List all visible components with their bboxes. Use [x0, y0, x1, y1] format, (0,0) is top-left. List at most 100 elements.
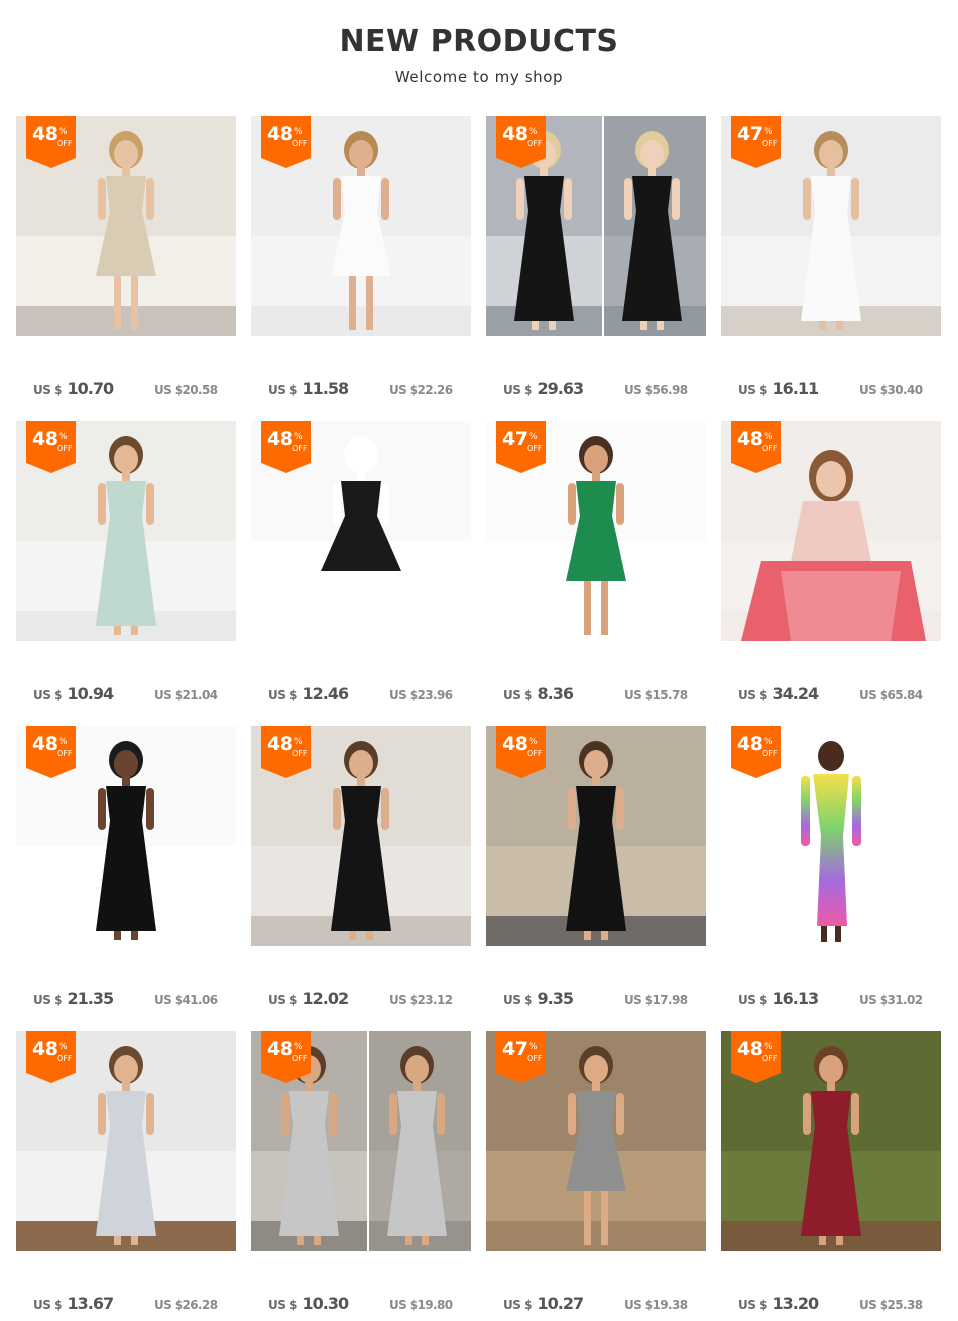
sale-price: US $ 16.13 [738, 989, 819, 1008]
product-card[interactable]: 48% OFF US $ 13.20 US $25.38 [721, 1031, 941, 1316]
original-price: US $56.98 [624, 383, 688, 397]
sale-price: US $ 10.27 [503, 1294, 585, 1313]
discount-badge: 48% OFF [261, 116, 311, 168]
percent-symbol: % [59, 1042, 68, 1052]
off-label: OFF [57, 444, 73, 453]
currency-prefix: US $ [738, 993, 767, 1007]
off-label: OFF [292, 444, 308, 453]
percent-symbol: % [529, 432, 538, 442]
sale-amount: 8.36 [537, 684, 574, 703]
currency-prefix: US $ [33, 383, 62, 397]
percent-symbol: % [764, 737, 773, 747]
product-card[interactable]: 48% OFF US $ 16.13 US $31.02 [721, 726, 941, 1011]
price-row: US $ 13.67 US $26.28 [16, 1289, 236, 1313]
off-label: OFF [57, 749, 73, 758]
product-card[interactable]: 48% OFF US $ 10.70 US $20.58 [16, 116, 236, 401]
section-header: NEW PRODUCTS Welcome to my shop [0, 0, 958, 100]
percent-symbol: % [294, 127, 303, 137]
currency-prefix: US $ [33, 993, 62, 1007]
discount-value: 47 [502, 428, 528, 450]
currency-prefix: US $ [738, 1298, 767, 1312]
currency-prefix: US $ [738, 688, 767, 702]
product-card[interactable]: 48% OFF US $ 29.63 US $56.98 [486, 116, 706, 401]
discount-value: 48 [737, 733, 763, 755]
product-card[interactable]: 48% OFF US $ 10.94 US $21.04 [16, 421, 236, 706]
sale-price: US $ 10.94 [33, 684, 114, 703]
original-price: US $41.06 [154, 993, 218, 1007]
product-card[interactable]: 48% OFF US $ 9.35 US $17.98 [486, 726, 706, 1011]
original-price: US $22.26 [389, 383, 453, 397]
sale-price: US $ 8.36 [503, 684, 574, 703]
discount-badge: 48% OFF [261, 1031, 311, 1083]
percent-symbol: % [764, 432, 773, 442]
currency-prefix: US $ [738, 383, 767, 397]
off-label: OFF [762, 1054, 778, 1063]
off-label: OFF [527, 444, 543, 453]
sale-amount: 10.27 [537, 1294, 585, 1313]
price-row: US $ 12.46 US $23.96 [251, 679, 471, 703]
original-price: US $65.84 [859, 688, 923, 702]
percent-symbol: % [59, 127, 68, 137]
currency-prefix: US $ [503, 383, 532, 397]
discount-value: 48 [32, 733, 58, 755]
original-price: US $21.04 [154, 688, 218, 702]
product-card[interactable]: 47% OFF US $ 10.27 US $19.38 [486, 1031, 706, 1316]
sale-price: US $ 12.46 [268, 684, 349, 703]
product-card[interactable]: 47% OFF US $ 16.11 US $30.40 [721, 116, 941, 401]
discount-value: 48 [267, 428, 293, 450]
page-title: NEW PRODUCTS [339, 24, 619, 59]
off-label: OFF [762, 139, 778, 148]
product-card[interactable]: 48% OFF US $ 10.30 US $19.80 [251, 1031, 471, 1316]
original-price: US $23.96 [389, 688, 453, 702]
percent-symbol: % [59, 737, 68, 747]
discount-value: 48 [737, 1038, 763, 1060]
price-row: US $ 13.20 US $25.38 [721, 1289, 941, 1313]
off-label: OFF [762, 749, 778, 758]
product-card[interactable]: 48% OFF US $ 13.67 US $26.28 [16, 1031, 236, 1316]
off-label: OFF [57, 139, 73, 148]
discount-badge: 48% OFF [496, 726, 546, 778]
price-row: US $ 29.63 US $56.98 [486, 374, 706, 398]
product-card[interactable]: 48% OFF US $ 12.46 US $23.96 [251, 421, 471, 706]
sale-price: US $ 13.20 [738, 1294, 820, 1313]
currency-prefix: US $ [503, 1298, 532, 1312]
price-row: US $ 10.27 US $19.38 [486, 1289, 706, 1313]
discount-badge: 48% OFF [731, 421, 781, 473]
product-card[interactable]: 48% OFF US $ 34.24 US $65.84 [721, 421, 941, 706]
discount-value: 48 [737, 428, 763, 450]
off-label: OFF [292, 749, 308, 758]
original-price: US $19.80 [389, 1298, 453, 1312]
product-card[interactable]: 48% OFF US $ 12.02 US $23.12 [251, 726, 471, 1011]
sale-amount: 13.20 [772, 1294, 820, 1313]
currency-prefix: US $ [268, 688, 297, 702]
original-price: US $30.40 [859, 383, 923, 397]
sale-price: US $ 16.11 [738, 379, 819, 398]
discount-value: 48 [502, 733, 528, 755]
discount-value: 48 [502, 123, 528, 145]
sale-price: US $ 12.02 [268, 989, 349, 1008]
discount-badge: 47% OFF [731, 116, 781, 168]
sale-price: US $ 11.58 [268, 379, 349, 398]
product-card[interactable]: 48% OFF US $ 11.58 US $22.26 [251, 116, 471, 401]
sale-amount: 10.70 [67, 379, 115, 398]
sale-price: US $ 34.24 [738, 684, 819, 703]
percent-symbol: % [529, 737, 538, 747]
off-label: OFF [762, 444, 778, 453]
discount-badge: 48% OFF [26, 116, 76, 168]
sale-price: US $ 9.35 [503, 989, 574, 1008]
original-price: US $15.78 [624, 688, 688, 702]
off-label: OFF [292, 1054, 308, 1063]
sale-price: US $ 10.30 [268, 1294, 349, 1313]
currency-prefix: US $ [268, 1298, 297, 1312]
off-label: OFF [292, 139, 308, 148]
price-row: US $ 10.70 US $20.58 [16, 374, 236, 398]
product-card[interactable]: 48% OFF US $ 21.35 US $41.06 [16, 726, 236, 1011]
currency-prefix: US $ [268, 383, 297, 397]
sale-price: US $ 13.67 [33, 1294, 115, 1313]
sale-amount: 13.67 [67, 1294, 115, 1313]
percent-symbol: % [764, 127, 773, 137]
product-card[interactable]: 47% OFF US $ 8.36 US $15.78 [486, 421, 706, 706]
sale-amount: 29.63 [537, 379, 585, 398]
sale-amount: 21.35 [67, 989, 115, 1008]
currency-prefix: US $ [268, 993, 297, 1007]
